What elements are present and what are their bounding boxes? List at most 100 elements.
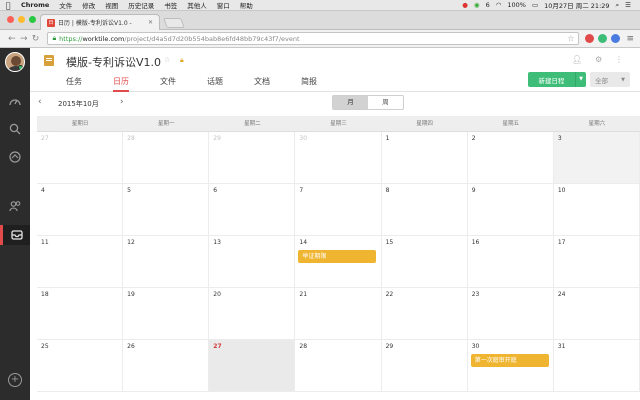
browser-tab-active[interactable]: 日 日历 | 模版-专利诉讼V1.0 - ✕ <box>40 14 160 30</box>
menu-edit[interactable]: 修改 <box>77 0 100 10</box>
apple-icon[interactable]:  <box>0 1 16 10</box>
menu-clock[interactable]: 10月27日 周二 21:29 <box>541 0 612 10</box>
calendar-day[interactable]: 28 <box>295 340 382 392</box>
wifi-icon[interactable]: ◠ <box>493 1 505 9</box>
month-view-button[interactable]: 月 <box>333 96 368 109</box>
more-icon[interactable]: ⋮ <box>615 55 623 64</box>
day-number: 19 <box>127 291 135 298</box>
wechat-icon[interactable]: ◉ <box>471 1 483 9</box>
menu-file[interactable]: 文件 <box>54 0 77 10</box>
calendar-day[interactable]: 1 <box>381 132 468 184</box>
calendar-day[interactable]: 28 <box>123 132 210 184</box>
close-tab-icon[interactable]: ✕ <box>148 19 153 26</box>
day-number: 3 <box>557 135 562 142</box>
menu-history[interactable]: 历史记录 <box>123 0 159 10</box>
app-sidebar: + <box>0 48 30 400</box>
calendar-day[interactable]: 3 <box>553 132 640 184</box>
calendar-day[interactable]: 26 <box>123 340 210 392</box>
calendar-day[interactable]: 4 <box>37 184 124 236</box>
calendar-day[interactable]: 27 <box>37 132 124 184</box>
calendar-event[interactable]: 举证期限 <box>298 250 377 263</box>
project-icon[interactable] <box>7 149 23 165</box>
reload-icon[interactable]: ↻ <box>30 34 42 44</box>
members-icon[interactable] <box>7 198 23 214</box>
members-icon[interactable]: 👤︎ <box>572 55 582 64</box>
tab-tasks[interactable]: 任务 <box>66 76 82 92</box>
back-icon[interactable]: ← <box>6 34 18 44</box>
calendar-day[interactable]: 9 <box>467 184 554 236</box>
extension-red-icon[interactable] <box>585 34 595 43</box>
extension-blue-icon[interactable] <box>611 34 621 43</box>
zoom-window-button[interactable] <box>29 16 36 23</box>
calendar-day[interactable]: 21 <box>295 288 382 340</box>
calendar-day[interactable]: 20 <box>209 288 296 340</box>
calendar-day[interactable]: 8 <box>381 184 468 236</box>
menu-help[interactable]: 帮助 <box>235 0 258 10</box>
add-icon[interactable]: + <box>8 373 22 387</box>
calendar-day[interactable]: 15 <box>381 236 468 288</box>
tab-reports[interactable]: 简报 <box>301 76 317 92</box>
bookmark-star-icon[interactable]: ☆ <box>567 34 574 43</box>
filter-dropdown[interactable]: 全部 ▼ <box>590 72 630 87</box>
menu-view[interactable]: 视图 <box>100 0 123 10</box>
calendar-day[interactable]: 2 <box>467 132 554 184</box>
calendar-day[interactable]: 29 <box>209 132 296 184</box>
minimize-window-button[interactable] <box>18 16 25 23</box>
calendar-day[interactable]: 19 <box>123 288 210 340</box>
url-host: worktile.com <box>82 34 125 43</box>
calendar-day[interactable]: 25 <box>37 340 124 392</box>
tab-documents[interactable]: 文档 <box>254 76 270 92</box>
extension-green-icon[interactable] <box>598 34 608 43</box>
search-icon[interactable]: ⌕ <box>613 1 623 10</box>
tab-calendar[interactable]: 日历 <box>113 76 129 92</box>
next-month-icon[interactable]: › <box>120 97 124 107</box>
calendar-day[interactable]: 24 <box>553 288 640 340</box>
calendar-day[interactable]: 30 <box>295 132 382 184</box>
new-event-button[interactable]: 新建日程 ▼ <box>528 72 586 87</box>
calendar-day[interactable]: 6 <box>209 184 296 236</box>
tab-topics[interactable]: 话题 <box>207 76 223 92</box>
tab-files[interactable]: 文件 <box>160 76 176 92</box>
search-icon[interactable] <box>7 121 23 137</box>
calendar-day[interactable]: 23 <box>467 288 554 340</box>
calendar-day[interactable]: 31 <box>553 340 640 392</box>
lock-icon[interactable]: 🔒︎ <box>180 56 184 65</box>
menu-bookmarks[interactable]: 书签 <box>159 0 182 10</box>
calendar-day[interactable]: 18 <box>37 288 124 340</box>
calendar-day[interactable]: 30 第一次庭审开庭 <box>467 340 554 392</box>
new-tab-button[interactable] <box>163 18 185 28</box>
menu-app-name[interactable]: Chrome <box>16 1 54 9</box>
address-bar[interactable]: 🔒︎ https:// worktile.com /project/d4a5d7… <box>47 32 580 45</box>
calendar-day[interactable]: 13 <box>209 236 296 288</box>
filter-label: 全部 <box>595 76 608 85</box>
calendar-day[interactable]: 16 <box>467 236 554 288</box>
calendar-day[interactable]: 5 <box>123 184 210 236</box>
gear-icon[interactable]: ⚙ <box>595 55 602 64</box>
prev-month-icon[interactable]: ‹ <box>38 97 42 107</box>
calendar-day[interactable]: 17 <box>553 236 640 288</box>
inbox-icon[interactable] <box>0 225 30 245</box>
calendar-day[interactable]: 11 <box>37 236 124 288</box>
menu-people[interactable]: 其他人 <box>182 0 212 10</box>
battery-icon[interactable]: ▭ <box>529 1 541 9</box>
calendar-day[interactable]: 7 <box>295 184 382 236</box>
calendar-day[interactable]: 22 <box>381 288 468 340</box>
calendar-day[interactable]: 29 <box>381 340 468 392</box>
chevron-down-icon[interactable]: ▼ <box>575 72 586 87</box>
menu-window[interactable]: 窗口 <box>212 0 235 10</box>
record-icon[interactable]: ● <box>459 1 471 9</box>
week-view-button[interactable]: 周 <box>368 96 403 109</box>
avatar[interactable] <box>5 52 25 72</box>
weekday-header: 星期日 星期一 星期二 星期三 星期四 星期五 星期六 <box>37 116 640 132</box>
dashboard-icon[interactable] <box>7 94 23 110</box>
calendar-day-today[interactable]: 27 <box>209 340 296 392</box>
calendar-day[interactable]: 10 <box>553 184 640 236</box>
star-icon[interactable]: ☆ <box>164 56 170 64</box>
chrome-menu-icon[interactable]: ≡ <box>626 34 634 44</box>
calendar-day[interactable]: 12 <box>123 236 210 288</box>
calendar-event[interactable]: 第一次庭审开庭 <box>470 354 549 367</box>
close-window-button[interactable] <box>7 16 14 23</box>
calendar-day[interactable]: 14 举证期限 <box>295 236 382 288</box>
list-icon[interactable]: ☰ <box>622 1 634 9</box>
forward-icon[interactable]: → <box>18 34 30 44</box>
